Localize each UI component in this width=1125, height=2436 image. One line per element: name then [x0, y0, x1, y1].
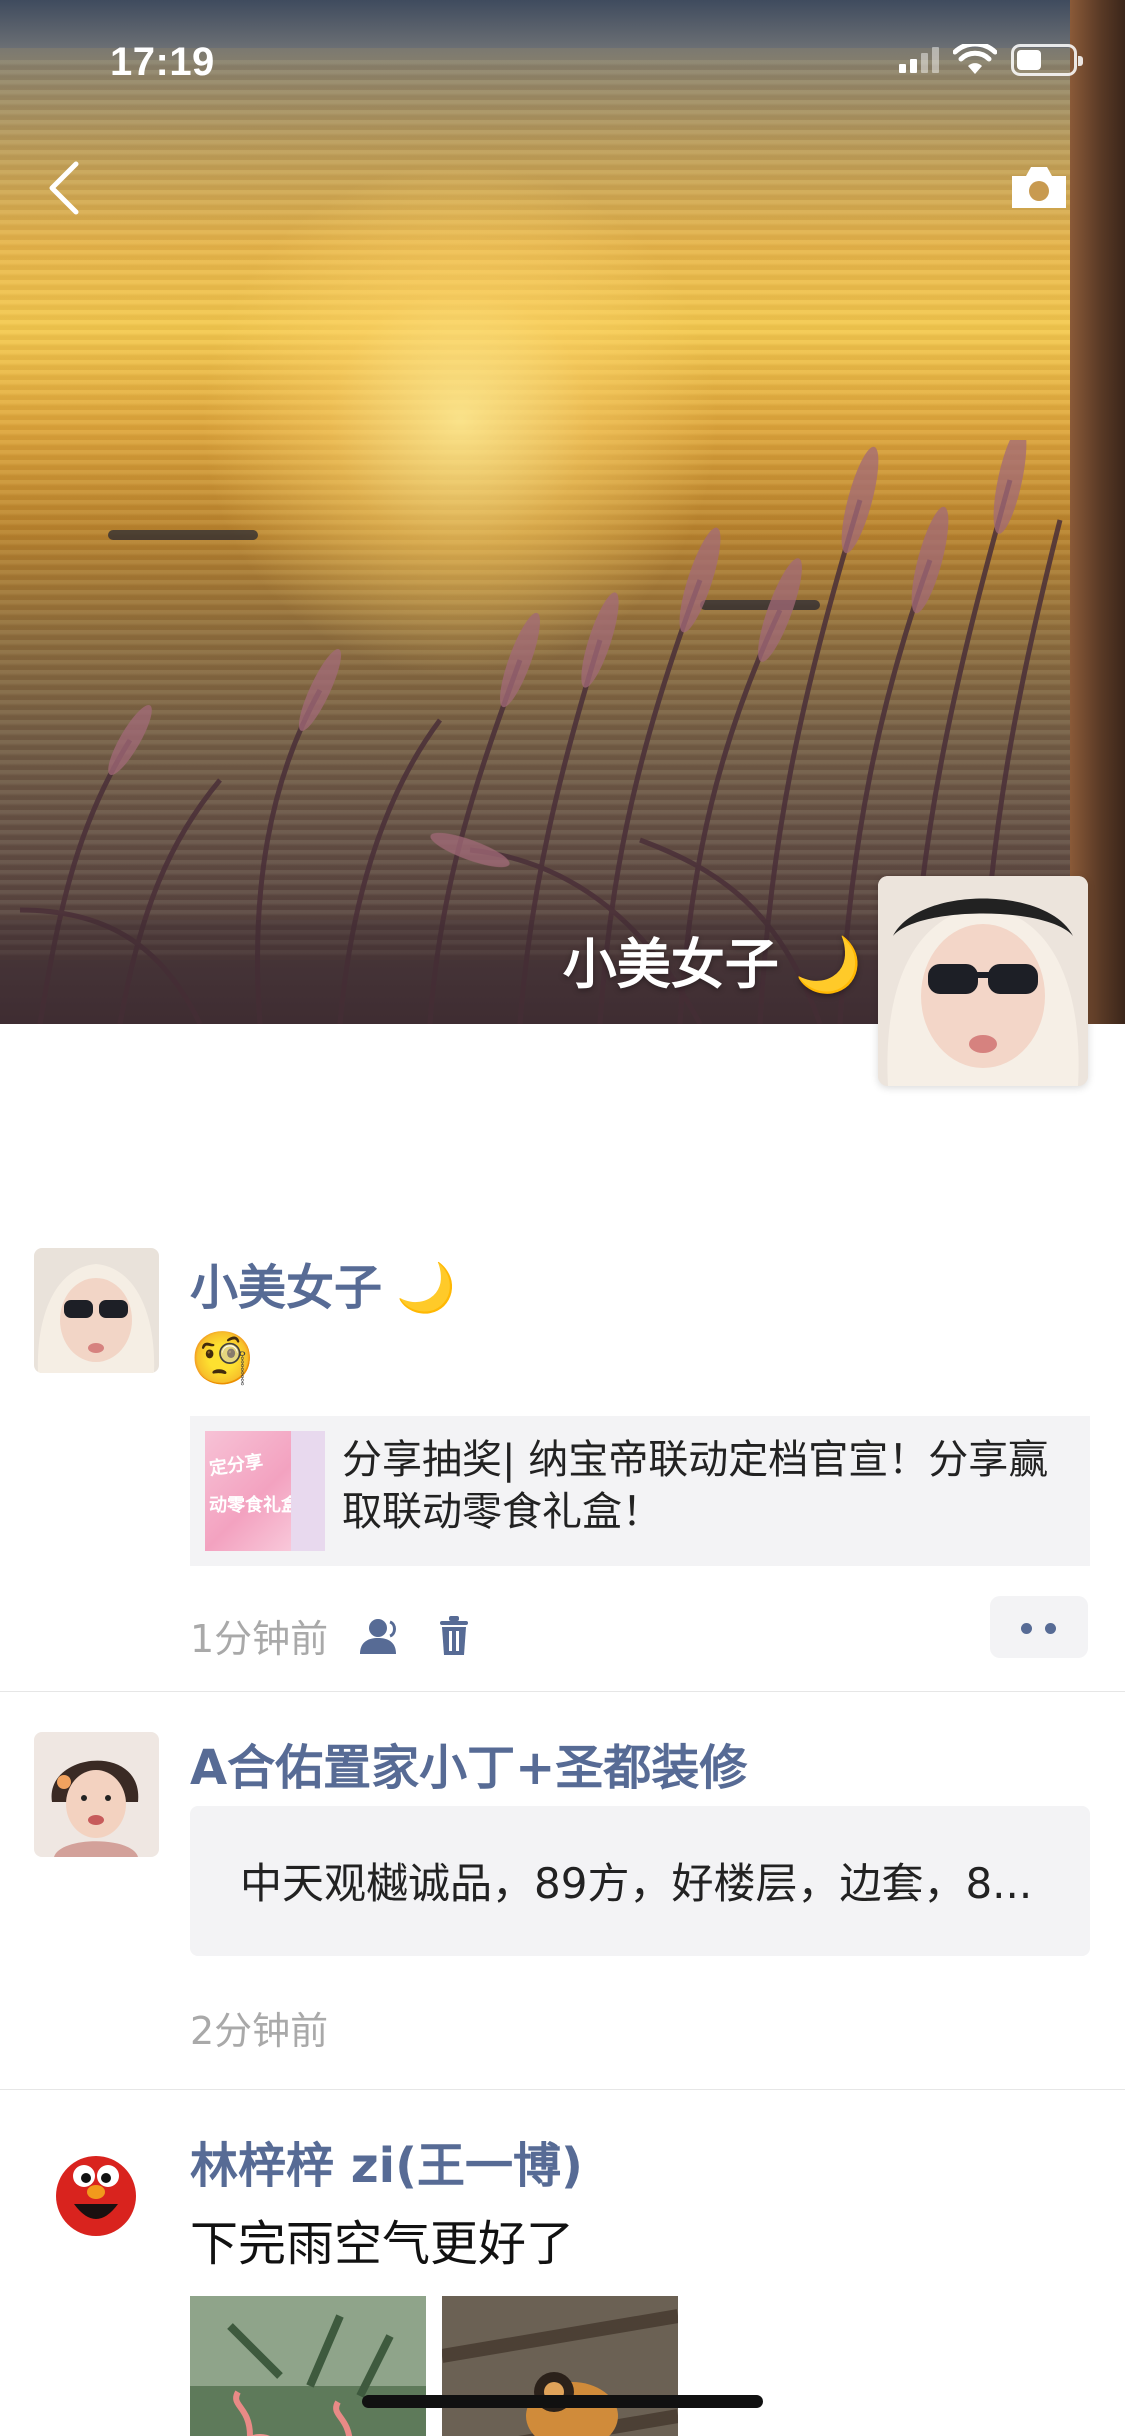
cover-image[interactable]	[0, 0, 1125, 1024]
privacy-friends-icon[interactable]	[356, 1616, 404, 1656]
window-frame	[1070, 0, 1125, 1024]
avatar-child-photo	[34, 1732, 159, 1857]
home-indicator[interactable]	[362, 2395, 763, 2408]
avatar-portrait	[34, 1248, 159, 1373]
shared-text-snippet: 中天观樾诚品，89方，好楼层，边套，8...	[240, 1859, 1033, 1908]
moments-feed: 小美女子 🌙 🧐 定分享 动零食礼盒 分享抽奖| 纳宝帝联动定档官宣！分享赢取联动…	[0, 1200, 1125, 2436]
more-actions-button[interactable]	[990, 1596, 1088, 1658]
feed-post: A合佑置家小丁+圣都装修 中天观樾诚品，89方，好楼层，边套，8... 2分钟前	[0, 1692, 1125, 2090]
post-author-avatar[interactable]	[34, 1732, 159, 1857]
link-thumbnail: 定分享 动零食礼盒	[205, 1431, 325, 1551]
post-author-avatar[interactable]	[34, 1248, 159, 1373]
crescent-moon-emoji: 🌙	[396, 1260, 456, 1316]
post-meta: 2分钟前	[190, 2000, 328, 2055]
post-meta: 1分钟前	[190, 1608, 474, 1663]
feed-post: 小美女子 🌙 🧐 定分享 动零食礼盒 分享抽奖| 纳宝帝联动定档官宣！分享赢取联动…	[0, 1200, 1125, 1692]
post-author-name[interactable]: 林梓梓 zi(王一博)	[190, 2126, 583, 2196]
monkey-photo	[442, 2296, 678, 2436]
character-illustration	[291, 1431, 325, 1551]
post-time: 2分钟前	[190, 2009, 329, 2053]
post-author-avatar[interactable]	[34, 2130, 159, 2255]
post-time: 1分钟前	[190, 1617, 329, 1661]
cellular-signal-icon	[899, 47, 939, 73]
link-title: 分享抽奖| 纳宝帝联动定档官宣！分享赢取联动零食礼盒！	[342, 1437, 1049, 1535]
post-text: 下完雨空气更好了	[190, 2216, 575, 2272]
post-photo[interactable]	[442, 2296, 678, 2436]
cover-user-name-text: 小美女子	[562, 933, 779, 996]
post-photo[interactable]	[190, 2296, 426, 2436]
trash-icon[interactable]	[434, 1615, 474, 1657]
battery-icon	[1011, 44, 1083, 76]
shared-link-card[interactable]: 定分享 动零食礼盒 分享抽奖| 纳宝帝联动定档官宣！分享赢取联动零食礼盒！	[190, 1416, 1090, 1566]
flamingo-photo	[190, 2296, 426, 2436]
feed-post: 林梓梓 zi(王一博) 下完雨空气更好了	[0, 2090, 1125, 2436]
status-icons	[899, 44, 1083, 76]
post-text: 🧐	[190, 1329, 255, 1389]
post-author-name[interactable]: A合佑置家小丁+圣都装修	[190, 1728, 747, 1798]
cover-user-name: 小美女子 🌙	[0, 920, 862, 999]
avatar-portrait	[878, 876, 1088, 1086]
link-thumbnail-caption: 动零食礼盒	[209, 1495, 299, 1516]
crescent-moon-emoji: 🌙	[794, 933, 862, 996]
wifi-icon	[953, 44, 997, 74]
dot-icon	[1021, 1623, 1032, 1634]
link-thumbnail-caption: 定分享	[208, 1451, 265, 1480]
dot-icon	[1045, 1623, 1056, 1634]
camera-icon[interactable]	[1008, 162, 1070, 212]
status-time: 17:19	[110, 40, 215, 84]
profile-avatar[interactable]	[878, 876, 1088, 1086]
back-icon[interactable]	[40, 160, 90, 216]
shared-text-card[interactable]: 中天观樾诚品，89方，好楼层，边套，8...	[190, 1806, 1090, 1956]
elmo-avatar	[34, 2130, 159, 2255]
post-author-name[interactable]: 小美女子 🌙	[190, 1248, 456, 1318]
